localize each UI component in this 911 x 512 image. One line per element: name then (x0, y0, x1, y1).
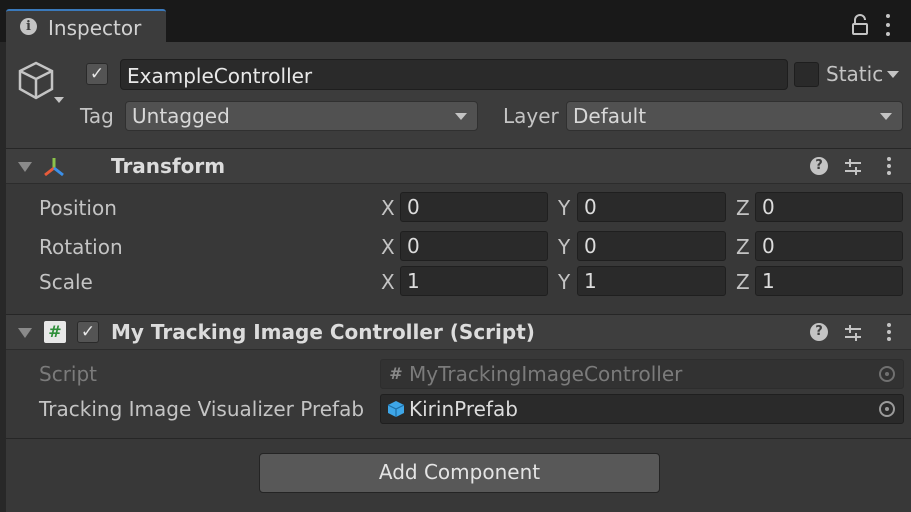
tab-label: Inspector (48, 16, 142, 40)
csharp-script-icon: # (44, 321, 66, 343)
layer-dropdown[interactable]: Default (566, 101, 903, 131)
chevron-down-icon (880, 113, 892, 120)
layer-value: Default (573, 104, 647, 128)
rotation-y-field[interactable]: 0 (577, 231, 726, 261)
add-component-button[interactable]: Add Component (259, 453, 660, 493)
active-checkbox[interactable]: ✓ (86, 63, 108, 85)
prefab-cube-icon (387, 401, 405, 417)
scale-z-field[interactable]: 1 (755, 266, 903, 296)
axis-x-label[interactable]: X (381, 196, 395, 220)
script-enabled-checkbox[interactable]: ✓ (77, 321, 99, 343)
position-label[interactable]: Position (39, 196, 117, 220)
component-title: Transform (111, 154, 226, 178)
chevron-down-icon[interactable] (54, 97, 64, 103)
scale-label[interactable]: Scale (39, 270, 93, 294)
axis-x-label[interactable]: X (381, 270, 395, 294)
object-name-field[interactable]: ExampleController (120, 59, 788, 90)
script-label: Script (39, 362, 98, 386)
static-checkbox[interactable] (794, 62, 819, 87)
position-y-field[interactable]: 0 (577, 192, 726, 222)
tag-label: Tag (80, 104, 114, 128)
presets-icon[interactable] (843, 157, 863, 177)
layer-label: Layer (503, 104, 559, 128)
help-icon[interactable]: ? (810, 323, 828, 341)
axis-y-label[interactable]: Y (558, 235, 570, 259)
axis-y-label[interactable]: Y (558, 196, 570, 220)
position-x-field[interactable]: 0 (400, 192, 548, 222)
script-value: MyTrackingImageController (409, 362, 683, 386)
foldout-arrow-icon[interactable] (18, 162, 32, 172)
scale-y-field[interactable]: 1 (577, 266, 726, 296)
prefab-value: KirinPrefab (409, 397, 518, 421)
csharp-script-icon: # (389, 364, 403, 383)
chevron-down-icon (455, 113, 467, 120)
tag-value: Untagged (132, 104, 230, 128)
object-picker-icon (879, 366, 895, 382)
help-icon[interactable]: ? (810, 157, 828, 175)
foldout-arrow-icon[interactable] (18, 328, 32, 338)
lock-icon[interactable] (850, 14, 870, 36)
axis-x-label[interactable]: X (381, 235, 395, 259)
tag-dropdown[interactable]: Untagged (125, 101, 478, 131)
tab-inspector[interactable]: i Inspector (6, 9, 166, 42)
rotation-z-field[interactable]: 0 (755, 231, 903, 261)
axis-y-label[interactable]: Y (558, 270, 570, 294)
kebab-menu-icon[interactable] (885, 157, 893, 175)
transform-axes-icon (44, 158, 64, 177)
script-reference-field: # MyTrackingImageController (380, 359, 904, 389)
kebab-menu-icon[interactable] (880, 14, 896, 36)
axis-z-label[interactable]: Z (736, 196, 750, 220)
rotation-label[interactable]: Rotation (39, 235, 123, 259)
prefab-reference-field[interactable]: KirinPrefab (380, 394, 904, 424)
prefab-label[interactable]: Tracking Image Visualizer Prefab (39, 397, 364, 421)
object-picker-icon[interactable] (879, 401, 895, 417)
scale-x-field[interactable]: 1 (400, 266, 548, 296)
cube-icon[interactable] (16, 60, 56, 102)
info-icon: i (20, 18, 37, 35)
kebab-menu-icon[interactable] (885, 323, 893, 341)
component-title: My Tracking Image Controller (Script) (111, 320, 535, 344)
presets-icon[interactable] (843, 323, 863, 343)
rotation-x-field[interactable]: 0 (400, 231, 548, 261)
axis-z-label[interactable]: Z (736, 270, 750, 294)
chevron-down-icon[interactable] (887, 71, 899, 78)
position-z-field[interactable]: 0 (755, 192, 903, 222)
script-component-header[interactable]: # ✓ My Tracking Image Controller (Script… (6, 314, 911, 350)
transform-component-header[interactable]: Transform ? (6, 148, 911, 184)
static-label[interactable]: Static (826, 62, 883, 86)
axis-z-label[interactable]: Z (736, 235, 750, 259)
